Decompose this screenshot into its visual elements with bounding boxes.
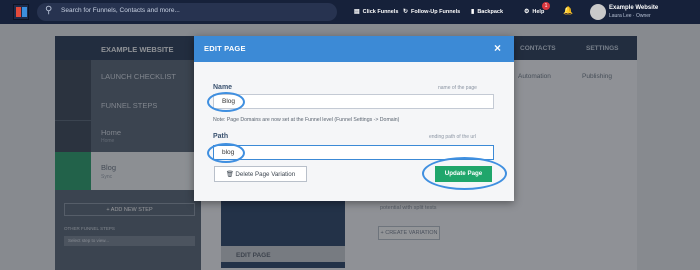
account-name[interactable]: Example Website	[609, 5, 658, 11]
top-nav: ⚲ Search for Funnels, Contacts and more.…	[0, 0, 700, 24]
nav-click-funnels[interactable]: ▤ Click Funnels	[354, 8, 398, 15]
nav-backpack[interactable]: ▮ Backpack	[471, 8, 503, 15]
search-placeholder: Search for Funnels, Contacts and more...	[61, 7, 180, 14]
clickfunnels-logo[interactable]	[13, 4, 29, 20]
domain-note: Note: Page Domains are now set at the Fu…	[213, 117, 400, 123]
highlight-ring-path	[207, 143, 245, 163]
nav-help[interactable]: ⚙ Help	[524, 8, 544, 15]
help-notification-badge: 1	[542, 2, 550, 10]
modal-title: EDIT PAGE	[204, 44, 246, 53]
close-icon[interactable]: ×	[494, 42, 501, 54]
account-user: Laura Lee · Owner	[609, 13, 651, 19]
path-hint: ending path of the url	[429, 134, 476, 140]
backpack-icon: ▮	[471, 9, 475, 15]
trash-icon: 🗑	[225, 171, 234, 178]
gear-icon: ⚙	[524, 9, 530, 15]
funnel-icon: ▤	[354, 9, 360, 15]
highlight-ring-update	[422, 157, 507, 190]
name-hint: name of the page	[438, 85, 477, 91]
delete-label: Delete Page Variation	[235, 171, 296, 178]
nav-follow-up-funnels[interactable]: ↻ Follow-Up Funnels	[403, 8, 460, 15]
delete-page-variation-button[interactable]: 🗑 Delete Page Variation	[214, 166, 307, 182]
search-icon: ⚲	[45, 5, 53, 16]
path-label: Path	[213, 133, 229, 140]
highlight-ring-name	[207, 92, 245, 112]
page-name-input[interactable]	[213, 94, 494, 109]
modal-header: EDIT PAGE ×	[194, 36, 514, 62]
bell-icon[interactable]: 🔔	[563, 6, 573, 15]
follow-up-icon: ↻	[403, 9, 409, 15]
avatar[interactable]	[590, 4, 606, 20]
name-label: Name	[213, 84, 233, 91]
global-search[interactable]: ⚲ Search for Funnels, Contacts and more.…	[37, 3, 337, 21]
